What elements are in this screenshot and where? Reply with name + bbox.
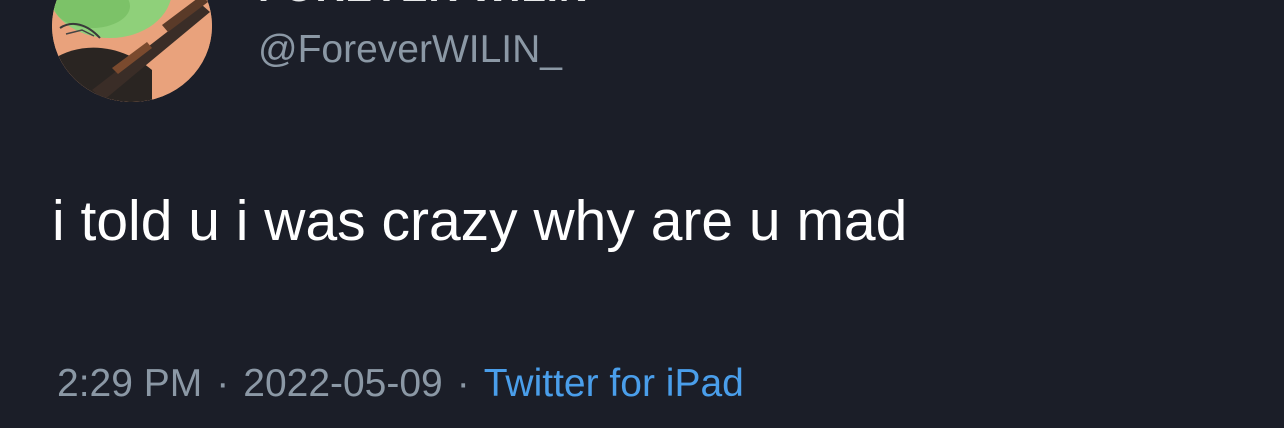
user-handle[interactable]: @ForeverWILIN_ [258, 28, 562, 72]
display-name[interactable]: FOREVER WILIN [258, 0, 589, 11]
tweet-meta: 2:29 PM · 2022-05-09 · Twitter for iPad [57, 362, 744, 406]
tweet-text: i told u i was crazy why are u mad [52, 189, 908, 253]
avatar-image [52, 0, 212, 102]
tweet-time[interactable]: 2:29 PM [57, 362, 202, 405]
meta-separator: · [456, 362, 470, 405]
meta-separator: · [216, 362, 230, 405]
avatar[interactable] [52, 0, 212, 102]
tweet-date[interactable]: 2022-05-09 [243, 362, 443, 405]
tweet-source-link[interactable]: Twitter for iPad [484, 362, 744, 405]
tweet-card: FOREVER WILIN @ForeverWILIN_ i told u i … [0, 0, 1284, 428]
